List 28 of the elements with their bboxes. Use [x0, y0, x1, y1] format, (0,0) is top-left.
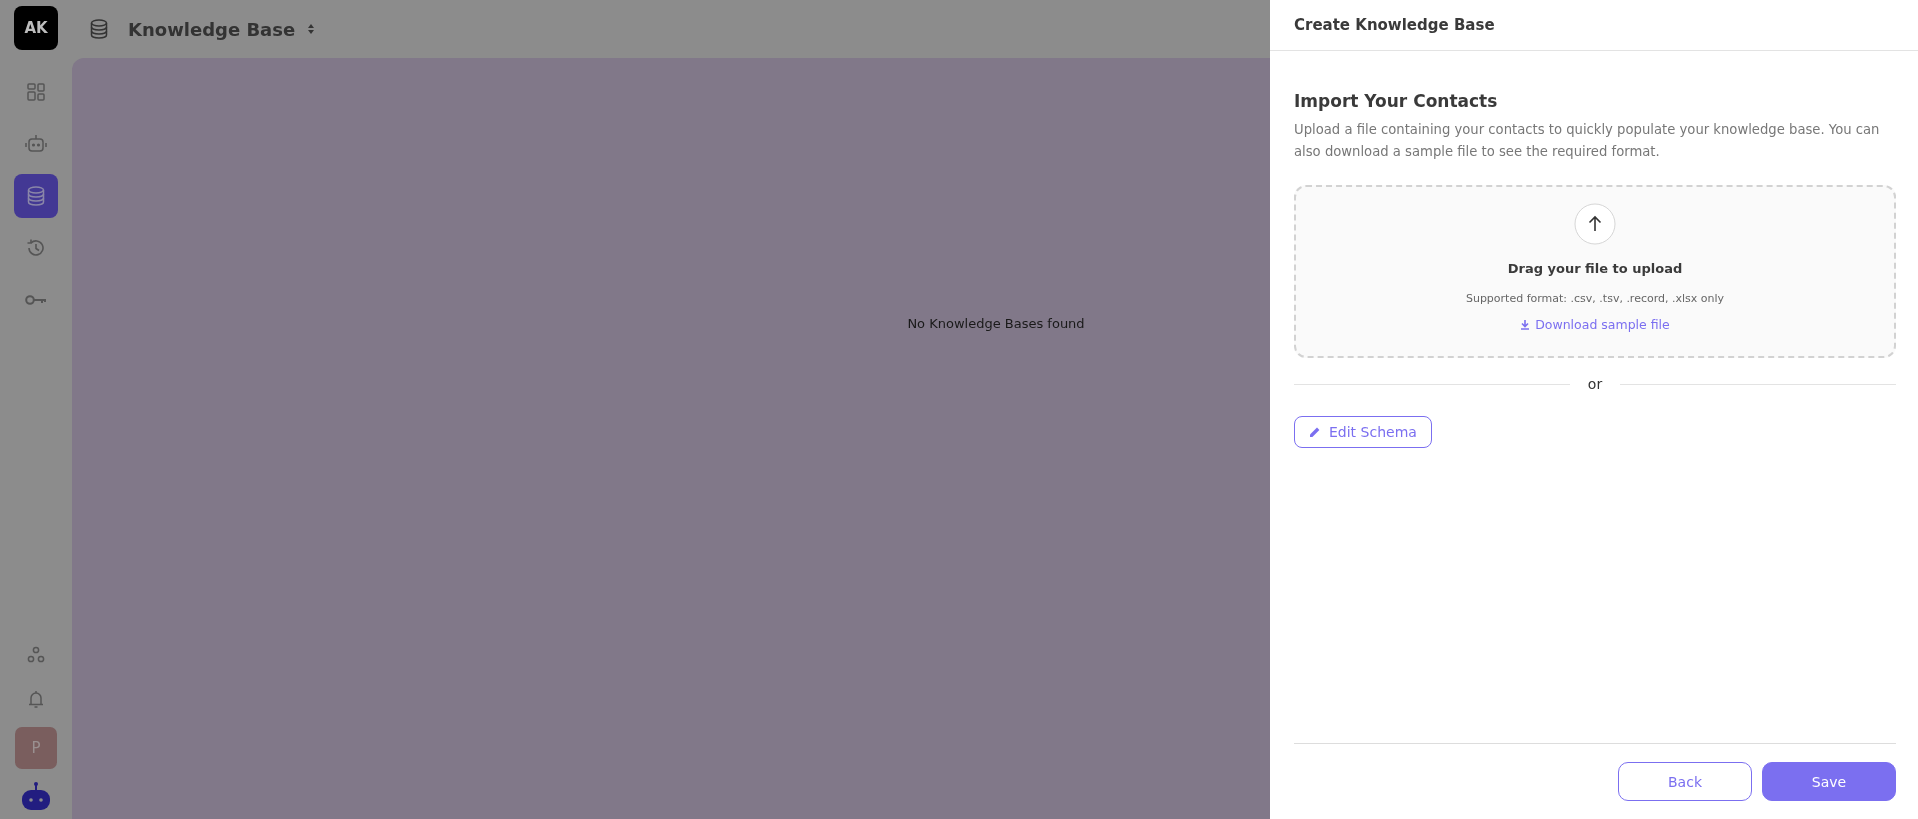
robot-icon: [25, 134, 47, 154]
dropzone[interactable]: Drag your file to upload Supported format: .csv, .tsv, .record, .xlsx only Download sample file: [1294, 185, 1896, 358]
description: Upload a file containing your contacts to quickly populate your knowledge base. You can also download a sample file to see the required format.: [1294, 121, 1881, 161]
sidebar-item[interactable]: [14, 174, 58, 218]
empty-message: No Knowledge Bases found: [907, 316, 1085, 331]
download-icon: [1520, 319, 1531, 330]
robot-icon[interactable]: [20, 781, 52, 811]
database-icon: [27, 186, 45, 206]
pencil-icon: [1309, 426, 1321, 438]
edit-schema-button[interactable]: Edit Schema: [1294, 416, 1432, 448]
sort-icon[interactable]: [307, 23, 316, 35]
divider-label: or: [1587, 376, 1603, 392]
format-hint: Supported format: .csv, .tsv, .record, .xlsx only: [1465, 292, 1725, 305]
app-logo[interactable]: AK: [14, 6, 58, 50]
dashboard-icon: [27, 83, 45, 101]
download-link[interactable]: Download sample file: [1520, 317, 1670, 332]
back-button[interactable]: Back: [1618, 762, 1752, 801]
nodes-icon: [27, 646, 45, 664]
page-title: Knowledge Base: [128, 18, 296, 40]
key-icon: [25, 294, 47, 306]
dropzone-title: Drag your file to upload: [1507, 261, 1683, 276]
upload-icon: [1574, 203, 1616, 245]
history-icon: [26, 238, 46, 258]
drawer-title: Create Knowledge Base: [1294, 16, 1495, 34]
database-icon: [90, 19, 108, 39]
save-button[interactable]: Save: [1762, 762, 1896, 801]
section-heading: Import Your Contacts: [1294, 91, 1498, 111]
bell-icon: [28, 689, 44, 709]
